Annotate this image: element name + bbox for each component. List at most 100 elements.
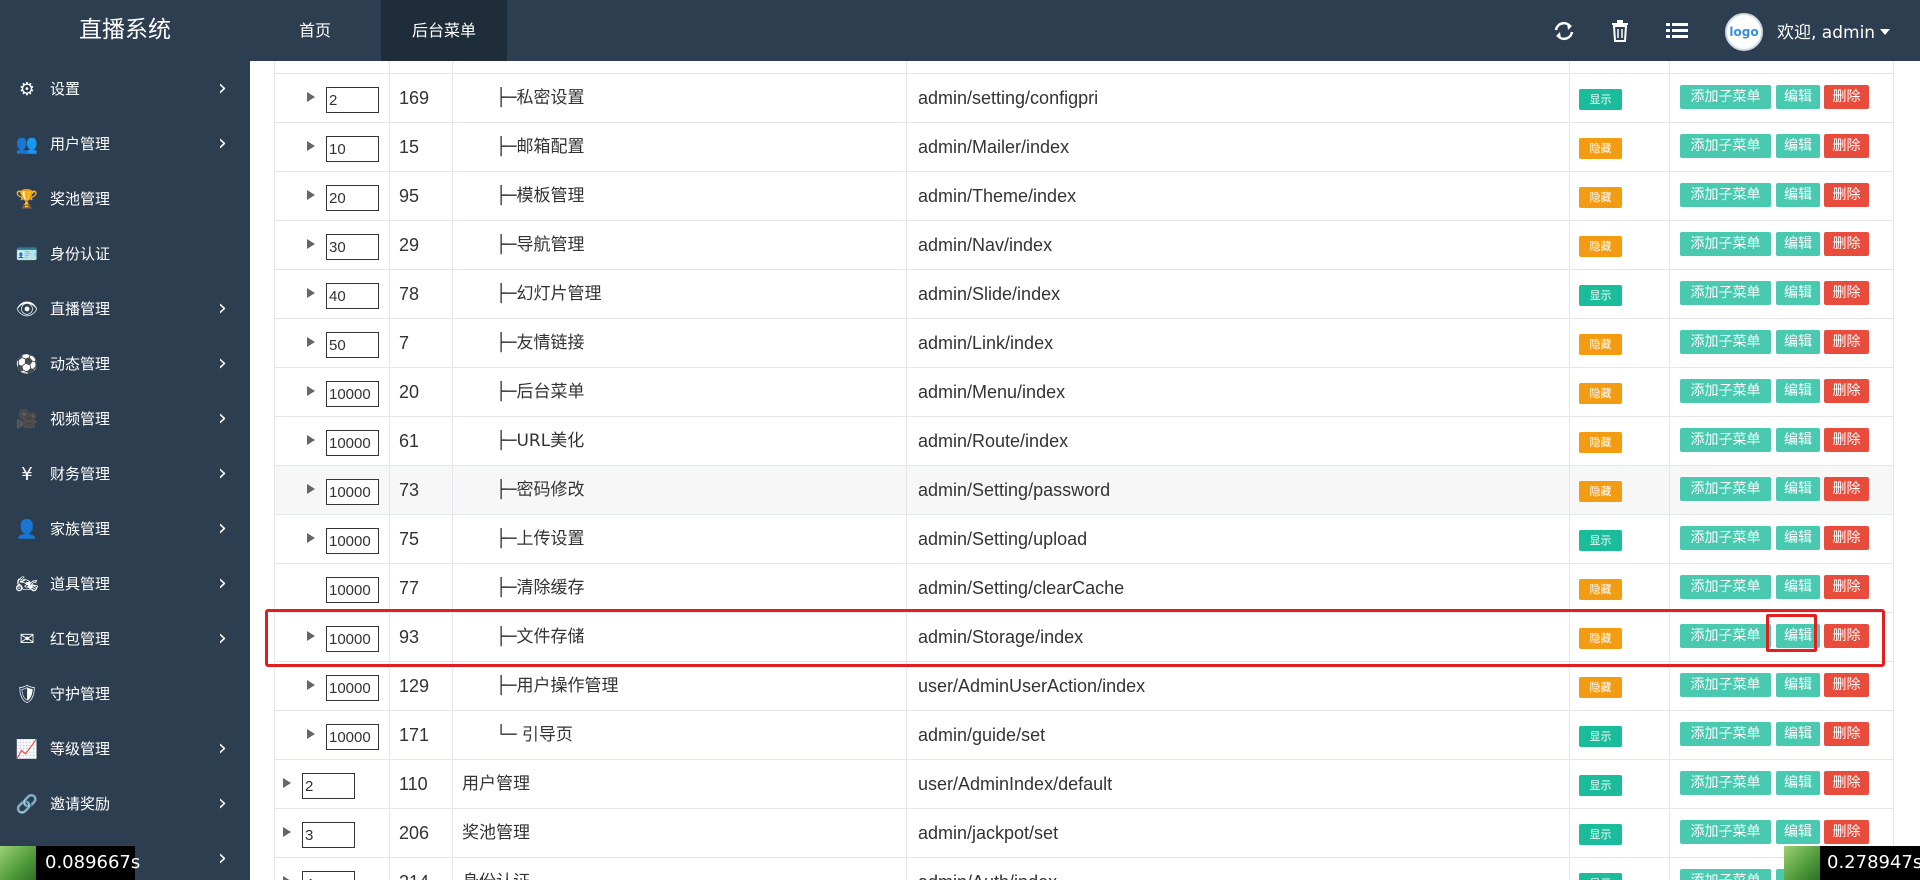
edit-button[interactable]: 编辑 [1776, 477, 1820, 501]
sort-order-input[interactable] [326, 332, 379, 358]
expand-triangle-icon[interactable] [307, 92, 315, 102]
sidebar-item[interactable]: 🛡 守护管理 [0, 667, 250, 722]
add-child-menu-button[interactable]: 添加子菜单 [1680, 526, 1771, 550]
sidebar-item[interactable]: 🪪 身份认证 [0, 227, 250, 282]
delete-button[interactable]: 删除 [1824, 575, 1869, 599]
delete-button[interactable]: 删除 [1824, 722, 1869, 746]
sidebar-item[interactable]: 🏆 奖池管理 [0, 172, 250, 227]
edit-button[interactable]: 编辑 [1776, 85, 1820, 109]
edit-button[interactable]: 编辑 [1776, 673, 1820, 697]
sidebar-item[interactable]: ✉ 红包管理 › [0, 612, 250, 667]
sort-order-input[interactable] [326, 430, 379, 456]
add-child-menu-button[interactable]: 添加子菜单 [1680, 722, 1771, 746]
sidebar-item[interactable]: 📈 等级管理 › [0, 722, 250, 777]
sort-order-input[interactable] [302, 822, 355, 848]
sort-order-input[interactable] [326, 87, 379, 113]
edit-button[interactable]: 编辑 [1776, 232, 1820, 256]
sort-order-input[interactable] [302, 871, 355, 880]
delete-button[interactable]: 删除 [1824, 330, 1869, 354]
edit-button[interactable]: 编辑 [1776, 134, 1820, 158]
expand-triangle-icon[interactable] [307, 729, 315, 739]
add-child-menu-button[interactable]: 添加子菜单 [1680, 624, 1771, 648]
expand-triangle-icon[interactable] [307, 337, 315, 347]
delete-button[interactable]: 删除 [1824, 428, 1869, 452]
add-child-menu-button[interactable]: 添加子菜单 [1680, 575, 1771, 599]
sort-order-input[interactable] [326, 724, 379, 750]
trash-icon[interactable] [1602, 0, 1638, 61]
delete-button[interactable]: 删除 [1824, 379, 1869, 403]
sort-order-input[interactable] [326, 577, 379, 603]
refresh-icon[interactable] [1546, 0, 1582, 61]
sort-order-input[interactable] [326, 283, 379, 309]
expand-triangle-icon[interactable] [307, 239, 315, 249]
expand-triangle-icon[interactable] [307, 533, 315, 543]
expand-triangle-icon[interactable] [307, 680, 315, 690]
sort-order-input[interactable] [302, 773, 355, 799]
add-child-menu-button[interactable]: 添加子菜单 [1680, 820, 1771, 844]
add-child-menu-button[interactable]: 添加子菜单 [1680, 134, 1771, 158]
edit-button[interactable]: 编辑 [1776, 722, 1820, 746]
delete-button[interactable]: 删除 [1824, 183, 1869, 207]
list-icon[interactable] [1659, 0, 1695, 61]
edit-button[interactable]: 编辑 [1776, 330, 1820, 354]
expand-triangle-icon[interactable] [307, 631, 315, 641]
nav-tab-home[interactable]: 首页 [250, 0, 380, 61]
add-child-menu-button[interactable]: 添加子菜单 [1680, 232, 1771, 256]
expand-triangle-icon[interactable] [307, 435, 315, 445]
edit-button[interactable]: 编辑 [1776, 526, 1820, 550]
sort-order-input[interactable] [326, 479, 379, 505]
expand-triangle-icon[interactable] [283, 876, 291, 880]
delete-button[interactable]: 删除 [1824, 477, 1869, 501]
delete-button[interactable]: 删除 [1824, 85, 1869, 109]
delete-button[interactable]: 删除 [1824, 624, 1869, 648]
sort-order-input[interactable] [326, 136, 379, 162]
add-child-menu-button[interactable]: 添加子菜单 [1680, 869, 1771, 880]
delete-button[interactable]: 删除 [1824, 281, 1869, 305]
add-child-menu-button[interactable]: 添加子菜单 [1680, 477, 1771, 501]
sidebar-item[interactable]: 👥 用户管理 › [0, 117, 250, 172]
edit-button[interactable]: 编辑 [1776, 379, 1820, 403]
delete-button[interactable]: 删除 [1824, 820, 1869, 844]
add-child-menu-button[interactable]: 添加子菜单 [1680, 673, 1771, 697]
sidebar-item[interactable]: 🎥 视频管理 › [0, 392, 250, 447]
sort-order-input[interactable] [326, 675, 379, 701]
sort-order-input[interactable] [326, 234, 379, 260]
edit-button[interactable]: 编辑 [1776, 771, 1820, 795]
delete-button[interactable]: 删除 [1824, 526, 1869, 550]
sidebar-item[interactable]: ¥ 财务管理 › [0, 447, 250, 502]
edit-button[interactable]: 编辑 [1776, 575, 1820, 599]
add-child-menu-button[interactable]: 添加子菜单 [1680, 183, 1771, 207]
edit-button[interactable]: 编辑 [1776, 428, 1820, 452]
sort-order-input[interactable] [326, 185, 379, 211]
sidebar-item[interactable]: ⚽ 动态管理 › [0, 337, 250, 392]
delete-button[interactable]: 删除 [1824, 134, 1869, 158]
expand-triangle-icon[interactable] [307, 288, 315, 298]
sort-order-input[interactable] [326, 626, 379, 652]
delete-button[interactable]: 删除 [1824, 673, 1869, 697]
sidebar-item[interactable]: 🔗 邀请奖励 › [0, 777, 250, 832]
edit-button[interactable]: 编辑 [1776, 820, 1820, 844]
add-child-menu-button[interactable]: 添加子菜单 [1680, 379, 1771, 403]
sidebar-item[interactable]: 👁 直播管理 › [0, 282, 250, 337]
expand-triangle-icon[interactable] [283, 827, 291, 837]
sort-order-input[interactable] [326, 528, 379, 554]
expand-triangle-icon[interactable] [307, 141, 315, 151]
add-child-menu-button[interactable]: 添加子菜单 [1680, 281, 1771, 305]
edit-button[interactable]: 编辑 [1776, 183, 1820, 207]
add-child-menu-button[interactable]: 添加子菜单 [1680, 85, 1771, 109]
nav-tab-admin-menu[interactable]: 后台菜单 [381, 0, 507, 61]
sidebar-item[interactable]: ⚙ 设置 › [0, 62, 250, 117]
expand-triangle-icon[interactable] [283, 778, 291, 788]
expand-triangle-icon[interactable] [307, 484, 315, 494]
delete-button[interactable]: 删除 [1824, 771, 1869, 795]
expand-triangle-icon[interactable] [307, 190, 315, 200]
add-child-menu-button[interactable]: 添加子菜单 [1680, 771, 1771, 795]
user-menu[interactable]: 欢迎, admin [1777, 0, 1891, 61]
expand-triangle-icon[interactable] [307, 386, 315, 396]
add-child-menu-button[interactable]: 添加子菜单 [1680, 330, 1771, 354]
add-child-menu-button[interactable]: 添加子菜单 [1680, 428, 1771, 452]
avatar[interactable]: logo [1725, 13, 1763, 51]
sort-order-input[interactable] [326, 381, 379, 407]
edit-button[interactable]: 编辑 [1776, 281, 1820, 305]
sidebar-item[interactable]: 👤 家族管理 › [0, 502, 250, 557]
